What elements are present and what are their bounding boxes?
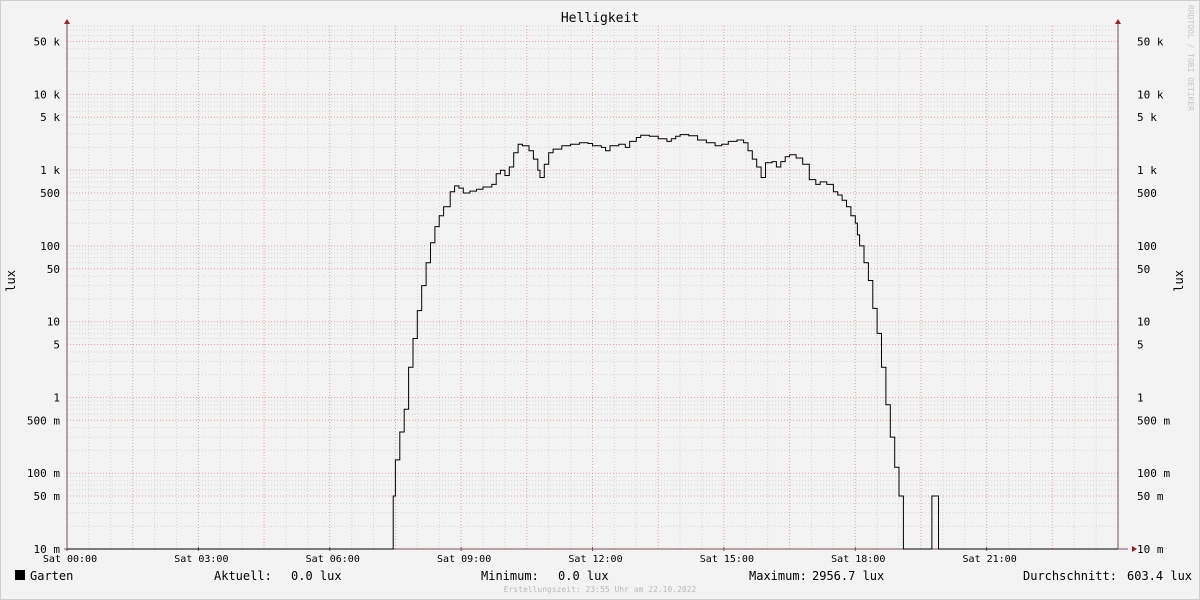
x-tick-label: Sat 09:00: [437, 554, 491, 565]
x-tick-label: Sat 18:00: [831, 554, 885, 565]
x-tick-labels: Sat 00:00 Sat 03:00 Sat 06:00 Sat 09:00 Sat …: [43, 554, 1017, 565]
y-tick-label-right: 10: [1137, 316, 1150, 329]
y-tick-label-left: 5: [53, 339, 60, 352]
y-tick-label-left: 500 m: [27, 414, 60, 427]
y-tick-label-left: 10 k: [34, 88, 61, 101]
y-tick-label-left: 50 m: [34, 490, 61, 503]
legend-series-name: Garten: [30, 569, 74, 583]
y-tick-label-right: 500: [1137, 187, 1157, 200]
legend-max-label: Maximum:: [749, 569, 807, 583]
legend-avg-label: Durchschnitt:: [1023, 569, 1117, 583]
y-tick-label-right: 50 m: [1137, 490, 1164, 503]
legend-swatch-garten: [15, 570, 25, 580]
legend-current-value: 0.0 lux: [291, 569, 342, 583]
x-tick-label: Sat 12:00: [568, 554, 622, 565]
y-tick-label-right: 5 k: [1137, 111, 1157, 124]
y-axis-left-arrow-icon: [64, 19, 70, 24]
creation-time-footer: Erstellungszeit: 23:55 Uhr am 22.10.2022: [503, 585, 697, 594]
legend-min-value: 0.0 lux: [558, 569, 609, 583]
y-tick-label-right: 1: [1137, 391, 1144, 404]
y-tick-labels-right: 10 m 50 m 100 m 500 m 1 5 10 50 100 500 1 k 5 k 10 k…: [1137, 35, 1170, 556]
y-tick-label-right: 5: [1137, 339, 1144, 352]
legend-avg-value: 603.4 lux: [1127, 569, 1193, 583]
x-tick-label: Sat 00:00: [43, 554, 97, 565]
legend-max-value: 2956.7 lux: [812, 569, 885, 583]
y-tick-label-right: 1 k: [1137, 164, 1157, 177]
y-tick-label-right: 500 m: [1137, 414, 1170, 427]
chart-svg: 10 m 50 m 100 m 500 m 1 5 10 50 100 500 1 k 5 k 10 k…: [27, 19, 1170, 565]
y-tick-label-left: 100: [40, 240, 60, 253]
legend-current-label: Aktuell:: [214, 569, 272, 583]
y-tick-label-right: 50 k: [1137, 35, 1164, 48]
y-tick-label-right: 10 k: [1137, 88, 1164, 101]
y-tick-label-right: 100: [1137, 240, 1157, 253]
x-tick-label: Sat 21:00: [963, 554, 1017, 565]
y-tick-label-left: 500: [40, 187, 60, 200]
y-tick-labels-left: 10 m50 m100 m500 m1510501005001 k5 k10 k…: [27, 35, 60, 556]
y-tick-label-left: 1: [53, 391, 60, 404]
y-tick-label-right: 100 m: [1137, 467, 1170, 480]
y-tick-label-left: 5 k: [40, 111, 60, 124]
y-tick-label-right: 10 m: [1137, 543, 1164, 556]
x-tick-label: Sat 15:00: [700, 554, 754, 565]
y-axis-right-arrow-icon: [1115, 19, 1121, 24]
x-tick-label: Sat 03:00: [174, 554, 228, 565]
y-tick-label-left: 10: [47, 316, 60, 329]
grid-layer: [67, 25, 1118, 550]
x-tick-label: Sat 06:00: [306, 554, 360, 565]
y-tick-label-left: 50 k: [34, 35, 61, 48]
y-tick-label-left: 50: [47, 263, 60, 276]
y-tick-label-left: 1 k: [40, 164, 60, 177]
y-tick-label-right: 50: [1137, 263, 1150, 276]
legend-min-label: Minimum:: [481, 569, 539, 583]
y-tick-label-left: 100 m: [27, 467, 60, 480]
